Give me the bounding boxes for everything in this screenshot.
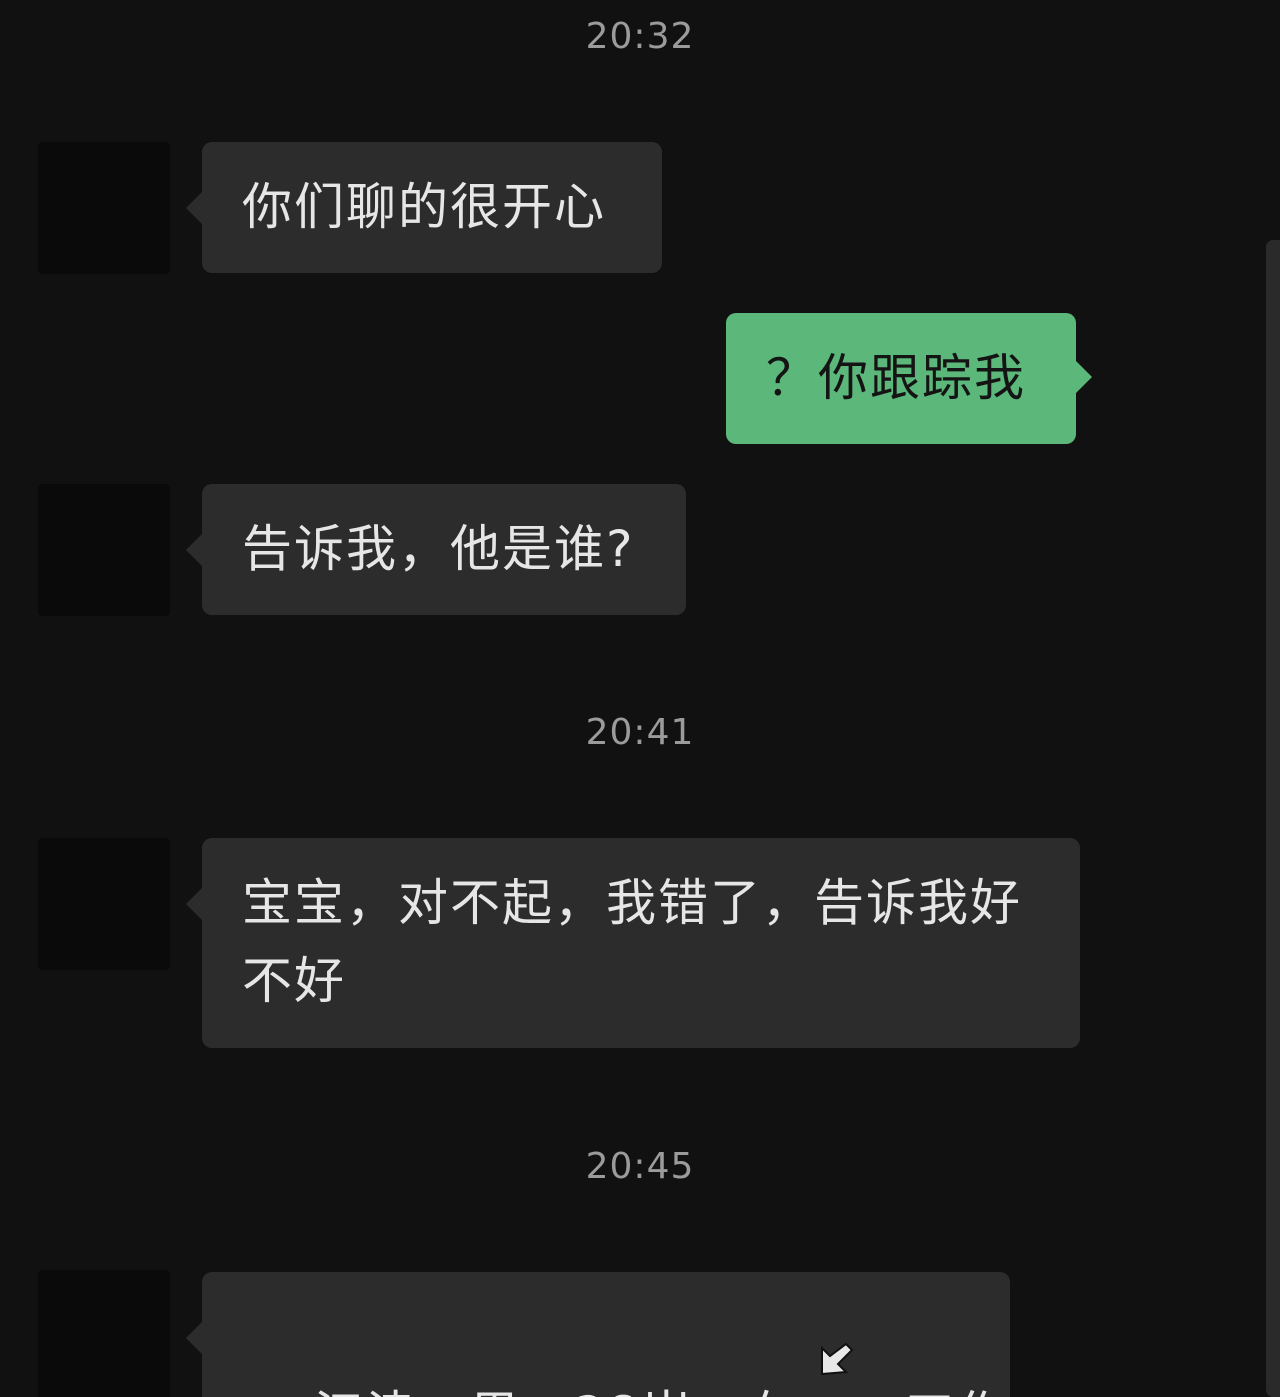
avatar[interactable] bbox=[38, 484, 170, 616]
scrollbar[interactable] bbox=[1266, 240, 1280, 1397]
message-text: 告诉我，他是谁? bbox=[242, 520, 635, 578]
chat-screen: 20:32 你们聊的很开心 ？你跟踪我 告诉我，他是谁? 20:41 宝宝，对不… bbox=[0, 0, 1280, 1397]
timestamp: 20:32 bbox=[585, 16, 695, 57]
message-bubble-incoming[interactable]: 江津，男，28岁，在 工作 bbox=[186, 1272, 1010, 1397]
avatar[interactable] bbox=[38, 838, 170, 970]
message-text: 江津，男，28岁，在 工作 bbox=[314, 1386, 1009, 1397]
message-text: ？你跟踪我 bbox=[766, 349, 1026, 407]
message-bubble-outgoing[interactable]: ？你跟踪我 bbox=[726, 313, 1092, 444]
message-bubble-incoming[interactable]: 告诉我，他是谁? bbox=[186, 484, 686, 615]
timestamp: 20:41 bbox=[585, 712, 695, 753]
message-text: 宝宝，对不起，我错了，告诉我好不好 bbox=[242, 874, 1022, 1010]
message-bubble-incoming[interactable]: 宝宝，对不起，我错了，告诉我好不好 bbox=[186, 838, 1080, 1048]
avatar[interactable] bbox=[38, 1270, 170, 1397]
cursor-icon bbox=[821, 1342, 854, 1376]
avatar[interactable] bbox=[38, 142, 170, 274]
timestamp: 20:45 bbox=[585, 1146, 695, 1187]
message-bubble-incoming[interactable]: 你们聊的很开心 bbox=[186, 142, 662, 273]
message-text: 你们聊的很开心 bbox=[242, 178, 606, 236]
